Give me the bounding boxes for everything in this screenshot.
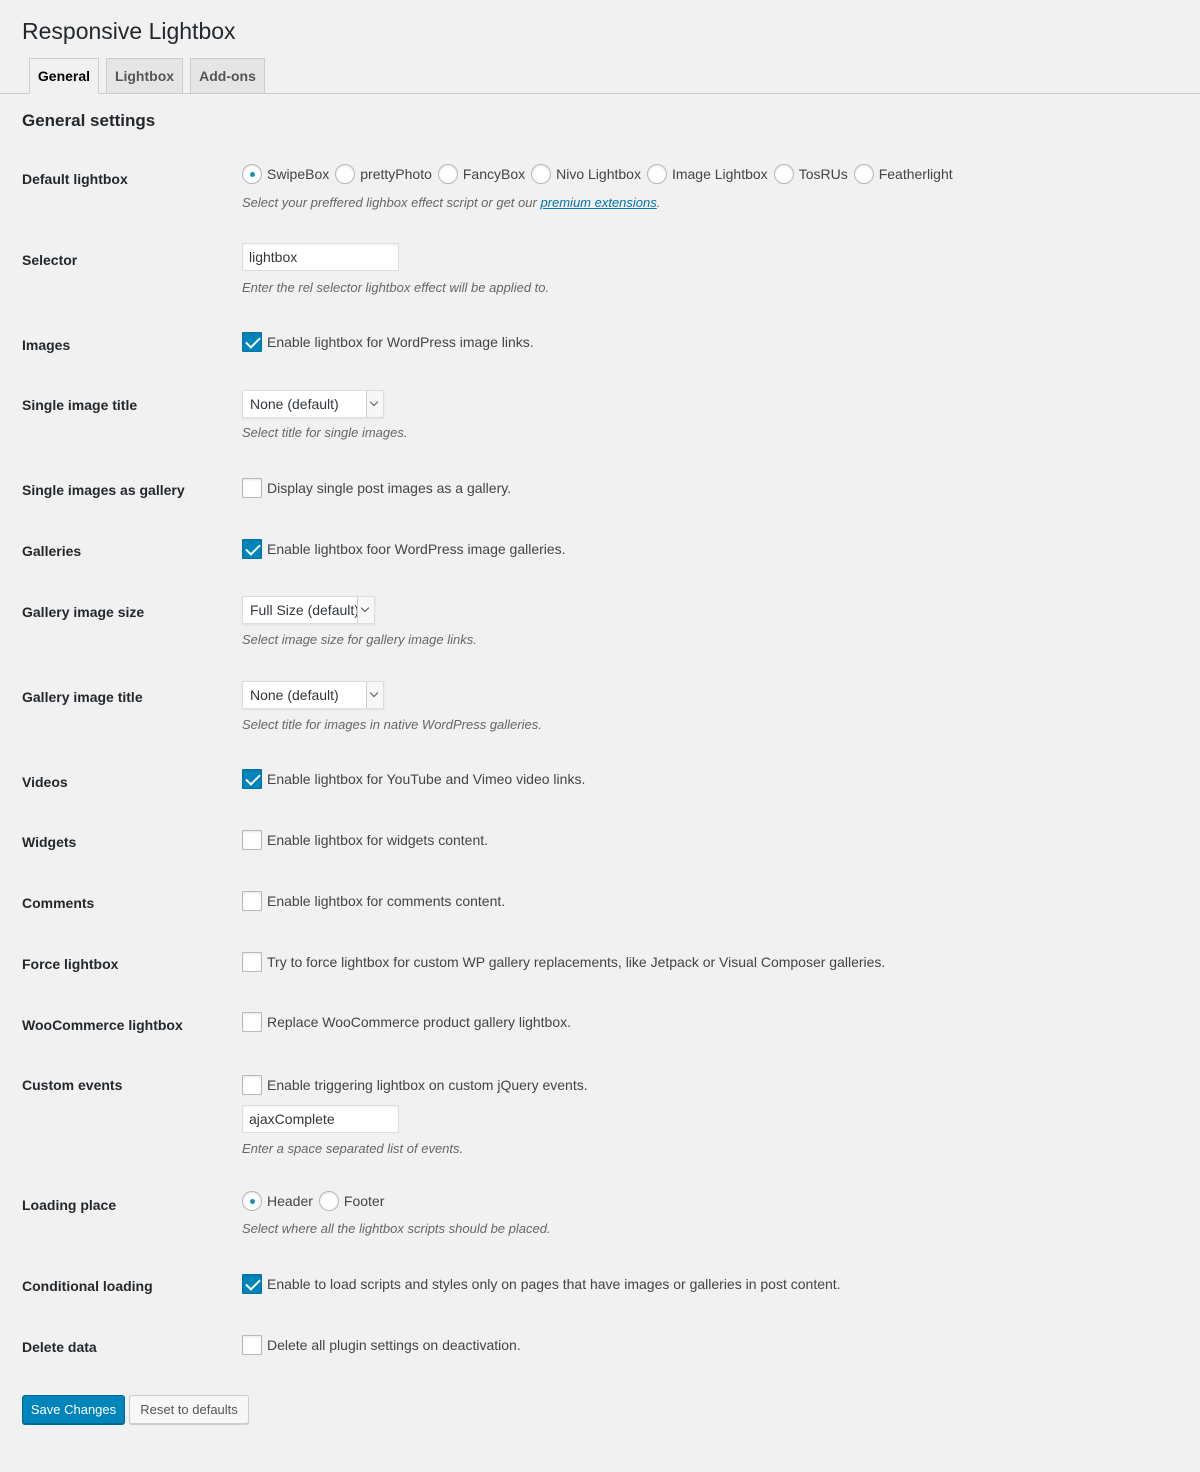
page-title: Responsive Lightbox [22, 18, 236, 44]
gallery-image-title-description: Select title for images in native WordPr… [242, 717, 542, 732]
default-lightbox-description: Select your preffered lighbox effect scr… [242, 194, 660, 212]
widgets-label: Widgets [22, 834, 77, 850]
selector-label: Selector [22, 252, 78, 268]
radio-label-fancybox[interactable]: FancyBox [463, 164, 525, 184]
conditional-loading-label: Conditional loading [22, 1278, 153, 1294]
single-images-gallery-checkbox-label[interactable]: Display single post images as a gallery. [267, 478, 511, 498]
galleries-option: Enable lightbox foor WordPress image gal… [242, 539, 572, 559]
galleries-checkbox[interactable] [242, 539, 262, 559]
radio-swipebox[interactable] [242, 164, 262, 184]
comments-option: Enable lightbox for comments content. [242, 891, 511, 911]
videos-checkbox[interactable] [242, 769, 262, 789]
single-images-gallery-label: Single images as gallery [22, 482, 185, 498]
tab-add-ons[interactable]: Add-ons [190, 58, 265, 94]
gallery-image-size-select[interactable]: Full Size (default) [242, 596, 375, 624]
conditional-loading-option: Enable to load scripts and styles only o… [242, 1274, 847, 1294]
radio-fancybox[interactable] [437, 164, 458, 184]
chevron-down-icon [357, 597, 374, 623]
comments-label: Comments [22, 895, 95, 911]
radio-prettyphoto[interactable] [335, 164, 356, 184]
images-label: Images [22, 337, 71, 353]
gallery-image-size-label: Gallery image size [22, 604, 145, 620]
radio-label-swipebox[interactable]: SwipeBox [267, 164, 329, 184]
force-lightbox-label: Force lightbox [22, 956, 119, 972]
radio-label-footer[interactable]: Footer [344, 1191, 384, 1211]
radio-header[interactable] [242, 1191, 262, 1211]
section-title: General settings [22, 111, 156, 130]
tab-lightbox[interactable]: Lightbox [106, 58, 183, 94]
radio-label-nivo-lightbox[interactable]: Nivo Lightbox [556, 164, 641, 184]
gallery-image-size-value: Full Size (default) [250, 602, 359, 618]
delete-data-option: Delete all plugin settings on deactivati… [242, 1335, 527, 1355]
radio-nivo-lightbox[interactable] [531, 164, 552, 184]
widgets-checkbox-label[interactable]: Enable lightbox for widgets content. [267, 830, 488, 850]
gallery-image-title-value: None (default) [250, 687, 339, 703]
selector-input[interactable]: lightbox [242, 243, 399, 271]
radio-image-lightbox[interactable] [646, 164, 667, 184]
loading-place-options: Header Footer [242, 1191, 390, 1211]
reset-to-defaults-button[interactable]: Reset to defaults [129, 1395, 249, 1424]
videos-option: Enable lightbox for YouTube and Vimeo vi… [242, 769, 591, 789]
premium-extensions-link[interactable]: premium extensions [540, 195, 656, 210]
custom-events-description: Enter a space separated list of events. [242, 1141, 464, 1156]
widgets-option: Enable lightbox for widgets content. [242, 830, 494, 850]
single-image-title-select[interactable]: None (default) [242, 390, 384, 418]
single-image-title-value: None (default) [250, 396, 339, 412]
woocommerce-lightbox-checkbox-label[interactable]: Replace WooCommerce product gallery ligh… [267, 1012, 571, 1032]
woocommerce-lightbox-option: Replace WooCommerce product gallery ligh… [242, 1012, 577, 1032]
custom-events-checkbox[interactable] [242, 1075, 262, 1095]
default-lightbox-options: SwipeBox prettyPhoto FancyBox Nivo Light… [242, 164, 959, 184]
videos-label: Videos [22, 774, 68, 790]
radio-featherlight[interactable] [853, 164, 874, 184]
radio-footer[interactable] [318, 1191, 339, 1211]
single-image-title-label: Single image title [22, 397, 138, 413]
tab-general[interactable]: General [29, 58, 99, 94]
single-images-gallery-option: Display single post images as a gallery. [242, 478, 517, 498]
delete-data-checkbox[interactable] [242, 1335, 262, 1355]
conditional-loading-checkbox[interactable] [242, 1274, 262, 1294]
conditional-loading-checkbox-label[interactable]: Enable to load scripts and styles only o… [267, 1274, 841, 1294]
custom-events-input[interactable]: ajaxComplete [242, 1105, 399, 1133]
radio-label-image-lightbox[interactable]: Image Lightbox [672, 164, 768, 184]
galleries-label: Galleries [22, 543, 82, 559]
save-changes-button[interactable]: Save Changes [22, 1395, 125, 1424]
radio-tosrus[interactable] [773, 164, 794, 184]
nav-tabs: General Lightbox Add-ons [0, 58, 1200, 94]
radio-label-featherlight[interactable]: Featherlight [879, 164, 953, 184]
default-lightbox-desc-suffix: . [656, 195, 661, 210]
radio-label-tosrus[interactable]: TosRUs [799, 164, 848, 184]
single-images-gallery-checkbox[interactable] [242, 478, 262, 498]
delete-data-checkbox-label[interactable]: Delete all plugin settings on deactivati… [267, 1335, 521, 1355]
loading-place-label: Loading place [22, 1197, 117, 1213]
selector-description: Enter the rel selector lightbox effect w… [242, 280, 550, 295]
custom-events-checkbox-label[interactable]: Enable triggering lightbox on custom jQu… [267, 1075, 588, 1095]
gallery-image-title-label: Gallery image title [22, 689, 143, 705]
custom-events-option: Enable triggering lightbox on custom jQu… [242, 1075, 594, 1095]
force-lightbox-checkbox-label[interactable]: Try to force lightbox for custom WP gall… [267, 952, 885, 972]
gallery-image-title-select[interactable]: None (default) [242, 681, 384, 709]
force-lightbox-option: Try to force lightbox for custom WP gall… [242, 952, 891, 972]
custom-events-label: Custom events [22, 1077, 123, 1093]
images-checkbox[interactable] [242, 332, 262, 352]
radio-label-header[interactable]: Header [267, 1191, 313, 1211]
widgets-checkbox[interactable] [242, 830, 262, 850]
radio-label-prettyphoto[interactable]: prettyPhoto [360, 164, 432, 184]
chevron-down-icon [366, 391, 383, 417]
images-checkbox-label[interactable]: Enable lightbox for WordPress image link… [267, 332, 534, 352]
videos-checkbox-label[interactable]: Enable lightbox for YouTube and Vimeo vi… [267, 769, 585, 789]
images-option: Enable lightbox for WordPress image link… [242, 332, 540, 352]
woocommerce-lightbox-label: WooCommerce lightbox [22, 1017, 183, 1033]
single-image-title-description: Select title for single images. [242, 425, 408, 440]
default-lightbox-desc-text: Select your preffered lighbox effect scr… [242, 195, 541, 210]
loading-place-description: Select where all the lightbox scripts sh… [242, 1221, 551, 1236]
gallery-image-size-description: Select image size for gallery image link… [242, 632, 477, 647]
woocommerce-lightbox-checkbox[interactable] [242, 1012, 262, 1032]
comments-checkbox-label[interactable]: Enable lightbox for comments content. [267, 891, 505, 911]
force-lightbox-checkbox[interactable] [242, 952, 262, 972]
delete-data-label: Delete data [22, 1339, 97, 1355]
comments-checkbox[interactable] [242, 891, 262, 911]
galleries-checkbox-label[interactable]: Enable lightbox foor WordPress image gal… [267, 539, 566, 559]
chevron-down-icon [366, 682, 383, 708]
default-lightbox-label: Default lightbox [22, 171, 128, 187]
